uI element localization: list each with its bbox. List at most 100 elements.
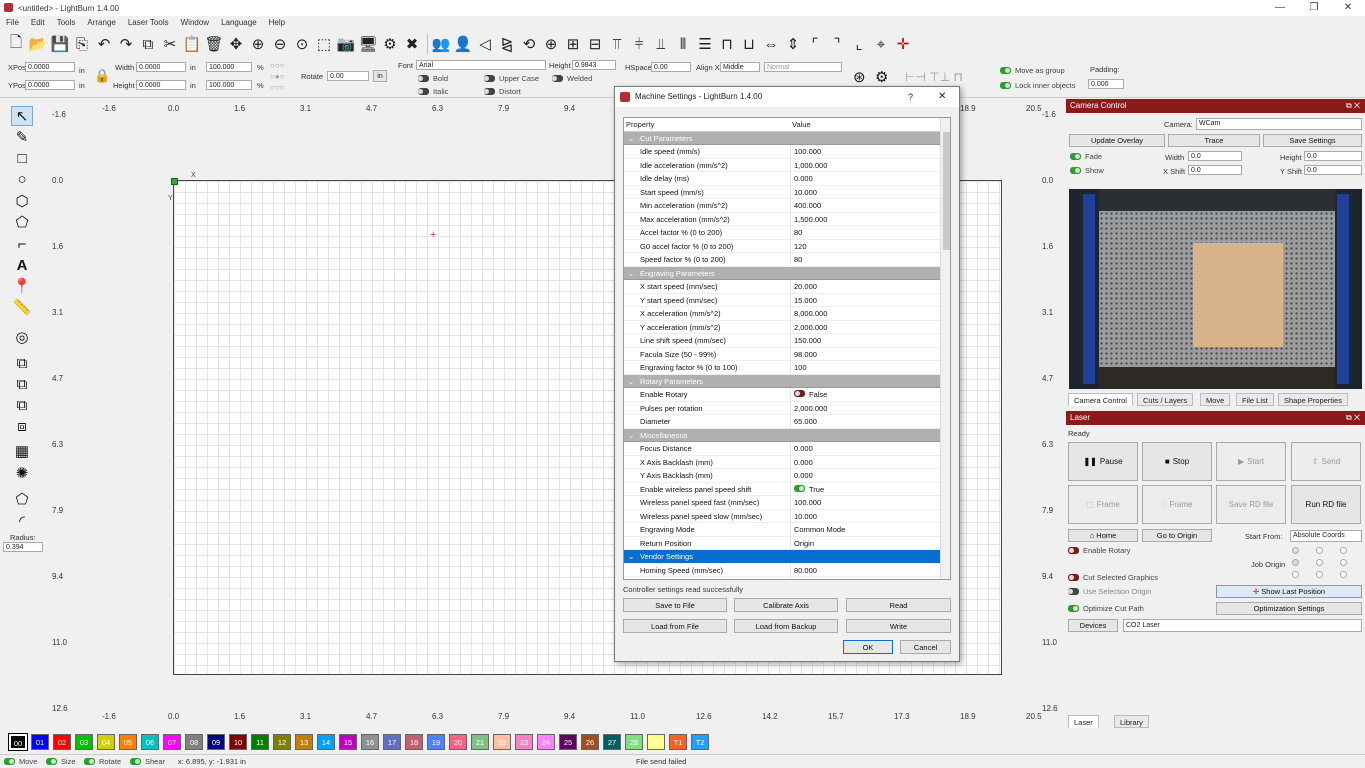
minimize-button[interactable]: — <box>1263 0 1297 16</box>
settings-row[interactable]: Enable Rotary False <box>624 388 940 402</box>
anchor-grid-icon[interactable]: ○○○ ○●○ ○○○ <box>270 60 298 94</box>
devices-button[interactable]: Devices <box>1068 619 1118 632</box>
space-h-icon[interactable]: ⊓ <box>717 34 737 54</box>
read-button[interactable]: Read <box>846 598 951 612</box>
boolean-union-icon[interactable]: ⧉ <box>11 354 33 374</box>
setting-value[interactable]: 98.000 <box>794 348 817 362</box>
job-origin-radio-8[interactable] <box>1316 571 1323 578</box>
setting-value[interactable]: 80.000 <box>794 564 817 578</box>
trace-button[interactable]: Trace <box>1168 134 1260 147</box>
corner-bottom-icon[interactable]: ⌞ <box>849 34 869 54</box>
tab-move[interactable]: Move <box>1200 393 1231 406</box>
menu-tools[interactable]: Tools <box>51 16 82 30</box>
corner-top-right-icon[interactable]: ⌝ <box>827 34 847 54</box>
zoom-in-icon[interactable]: ⊕ <box>248 34 268 54</box>
tab-shape-properties[interactable]: Shape Properties <box>1278 393 1348 406</box>
ok-button[interactable]: OK <box>843 640 893 654</box>
update-overlay-button[interactable]: Update Overlay <box>1069 134 1165 147</box>
export-icon[interactable]: ⎘ <box>72 34 92 54</box>
write-button[interactable]: Write <box>846 619 951 633</box>
corner-radius-icon[interactable]: ◜ <box>11 512 33 532</box>
home-button[interactable]: ⌂ Home <box>1068 529 1138 542</box>
layer-swatch-15[interactable]: 15 <box>339 734 357 750</box>
layer-swatch-22[interactable]: 22 <box>493 734 511 750</box>
welded-toggle[interactable]: Welded <box>552 74 592 83</box>
setting-value[interactable]: 100.000 <box>794 496 821 510</box>
tab-file-list[interactable]: File List <box>1236 393 1274 406</box>
collapse-chevron-icon[interactable]: ⌄ <box>628 550 634 564</box>
settings-row[interactable]: Idle speed (mm/s) 100.000 <box>624 145 940 159</box>
layer-swatch-10[interactable]: 10 <box>229 734 247 750</box>
collapse-chevron-icon[interactable]: ⌄ <box>628 375 634 389</box>
setting-value[interactable]: 150.000 <box>794 334 821 348</box>
setting-value[interactable]: Origin <box>794 537 814 551</box>
save-settings-button[interactable]: Save Settings <box>1263 134 1362 147</box>
layer-swatch-13[interactable]: 13 <box>295 734 313 750</box>
zoom-selection-icon[interactable]: ⬚ <box>314 34 334 54</box>
flip-horizontal-icon[interactable]: ◁ <box>475 34 495 54</box>
setting-value[interactable]: 65.000 <box>794 415 817 429</box>
settings-row[interactable]: Focus Distance 0.000 <box>624 442 940 456</box>
menu-file[interactable]: File <box>0 16 25 30</box>
layer-swatch-29[interactable]: 29 <box>647 734 665 750</box>
layer-swatch-01[interactable]: 01 <box>31 734 49 750</box>
boolean-subtract-icon[interactable]: ⧉ <box>11 375 33 395</box>
status-size-toggle[interactable]: Size <box>46 757 76 766</box>
layer-swatch-07[interactable]: 07 <box>163 734 181 750</box>
setting-value[interactable]: 1,500.000 <box>794 213 827 227</box>
zoom-fit-icon[interactable]: ⊙ <box>292 34 312 54</box>
layer-swatch-26[interactable]: 26 <box>581 734 599 750</box>
settings-row[interactable]: Start speed (mm/s) 10.000 <box>624 186 940 199</box>
settings-row[interactable]: Y acceleration (mm/s^2) 2,000.000 <box>624 321 940 334</box>
collapse-chevron-icon[interactable]: ⌄ <box>628 429 634 443</box>
settings-row[interactable]: G0 accel factor % (0 to 200) 120 <box>624 240 940 253</box>
job-origin-radio-6[interactable] <box>1340 559 1347 566</box>
settings-section-row[interactable]: ⌄ Vendor Settings <box>624 550 940 564</box>
node-edit-icon[interactable]: ⊛ <box>853 68 866 86</box>
settings-row[interactable]: Max acceleration (mm/s^2) 1,500.000 <box>624 213 940 227</box>
load-from-backup-button[interactable]: Load from Backup <box>734 619 838 633</box>
zoom-out-icon[interactable]: ⊖ <box>270 34 290 54</box>
layer-swatch-T1[interactable]: T1 <box>669 734 687 750</box>
lock-icon[interactable]: 🔒 <box>94 68 110 84</box>
settings-row[interactable]: X acceleration (mm/s^2) 8,000.000 <box>624 307 940 321</box>
polygon-tool-icon[interactable]: ⬡ <box>11 192 33 212</box>
monitor-icon[interactable]: 🖥 <box>358 34 378 54</box>
tab-tool-icon[interactable]: ⬠ <box>11 490 33 510</box>
menu-language[interactable]: Language <box>215 16 263 30</box>
padding-input[interactable]: 0.000 <box>1088 79 1124 89</box>
cancel-button[interactable]: Cancel <box>900 640 951 654</box>
settings-row[interactable]: Pulses per rotation 2,000.000 <box>624 402 940 415</box>
job-origin-radio-9[interactable] <box>1340 571 1347 578</box>
settings-row[interactable]: X start speed (mm/sec) 20.000 <box>624 280 940 294</box>
settings-row[interactable]: Diameter 65.000 <box>624 415 940 429</box>
space-v-icon[interactable]: ⊔ <box>739 34 759 54</box>
setting-value[interactable]: 1,000.000 <box>794 159 827 173</box>
crosshair-icon[interactable]: ⌖ <box>871 34 891 54</box>
tab-camera-control[interactable]: Camera Control <box>1068 393 1133 406</box>
normal-select[interactable]: Normal <box>764 62 842 72</box>
corner-top-left-icon[interactable]: ⌜ <box>805 34 825 54</box>
paste-icon[interactable]: 📋 <box>182 34 202 54</box>
settings-row[interactable]: Y Axis Backlash (mm) 0.000 <box>624 469 940 483</box>
dialog-help-button[interactable]: ? <box>908 87 913 107</box>
select-tool-icon[interactable]: ↖ <box>11 106 33 126</box>
rotate-icon[interactable]: ⟲ <box>519 34 539 54</box>
xpos-input[interactable]: 0.0000 <box>25 62 75 72</box>
layer-swatch-24[interactable]: 24 <box>537 734 555 750</box>
ypos-input[interactable]: 0.0000 <box>25 80 75 90</box>
setting-value[interactable]: 80 <box>794 253 802 267</box>
tab-laser[interactable]: Laser <box>1068 715 1099 728</box>
close-laser-panel-icon[interactable]: ⧉ ✕ <box>1346 411 1360 425</box>
job-origin-radio-7[interactable] <box>1292 571 1299 578</box>
layer-swatch-18[interactable]: 18 <box>405 734 423 750</box>
run-rd-button[interactable]: Run RD file <box>1291 485 1361 524</box>
settings-row[interactable]: Wireless panel speed slow (mm/sec) 10.000 <box>624 510 940 523</box>
font-height-input[interactable]: 0.9843 <box>572 60 616 70</box>
lock-inner-objects-toggle[interactable]: Lock inner objects <box>1000 81 1075 90</box>
layer-swatch-T2[interactable]: T2 <box>691 734 709 750</box>
units-button[interactable]: in <box>373 70 387 82</box>
text-tool-icon[interactable]: A <box>11 256 33 276</box>
job-origin-radio-5[interactable] <box>1316 559 1323 566</box>
layer-swatch-05[interactable]: 05 <box>119 734 137 750</box>
